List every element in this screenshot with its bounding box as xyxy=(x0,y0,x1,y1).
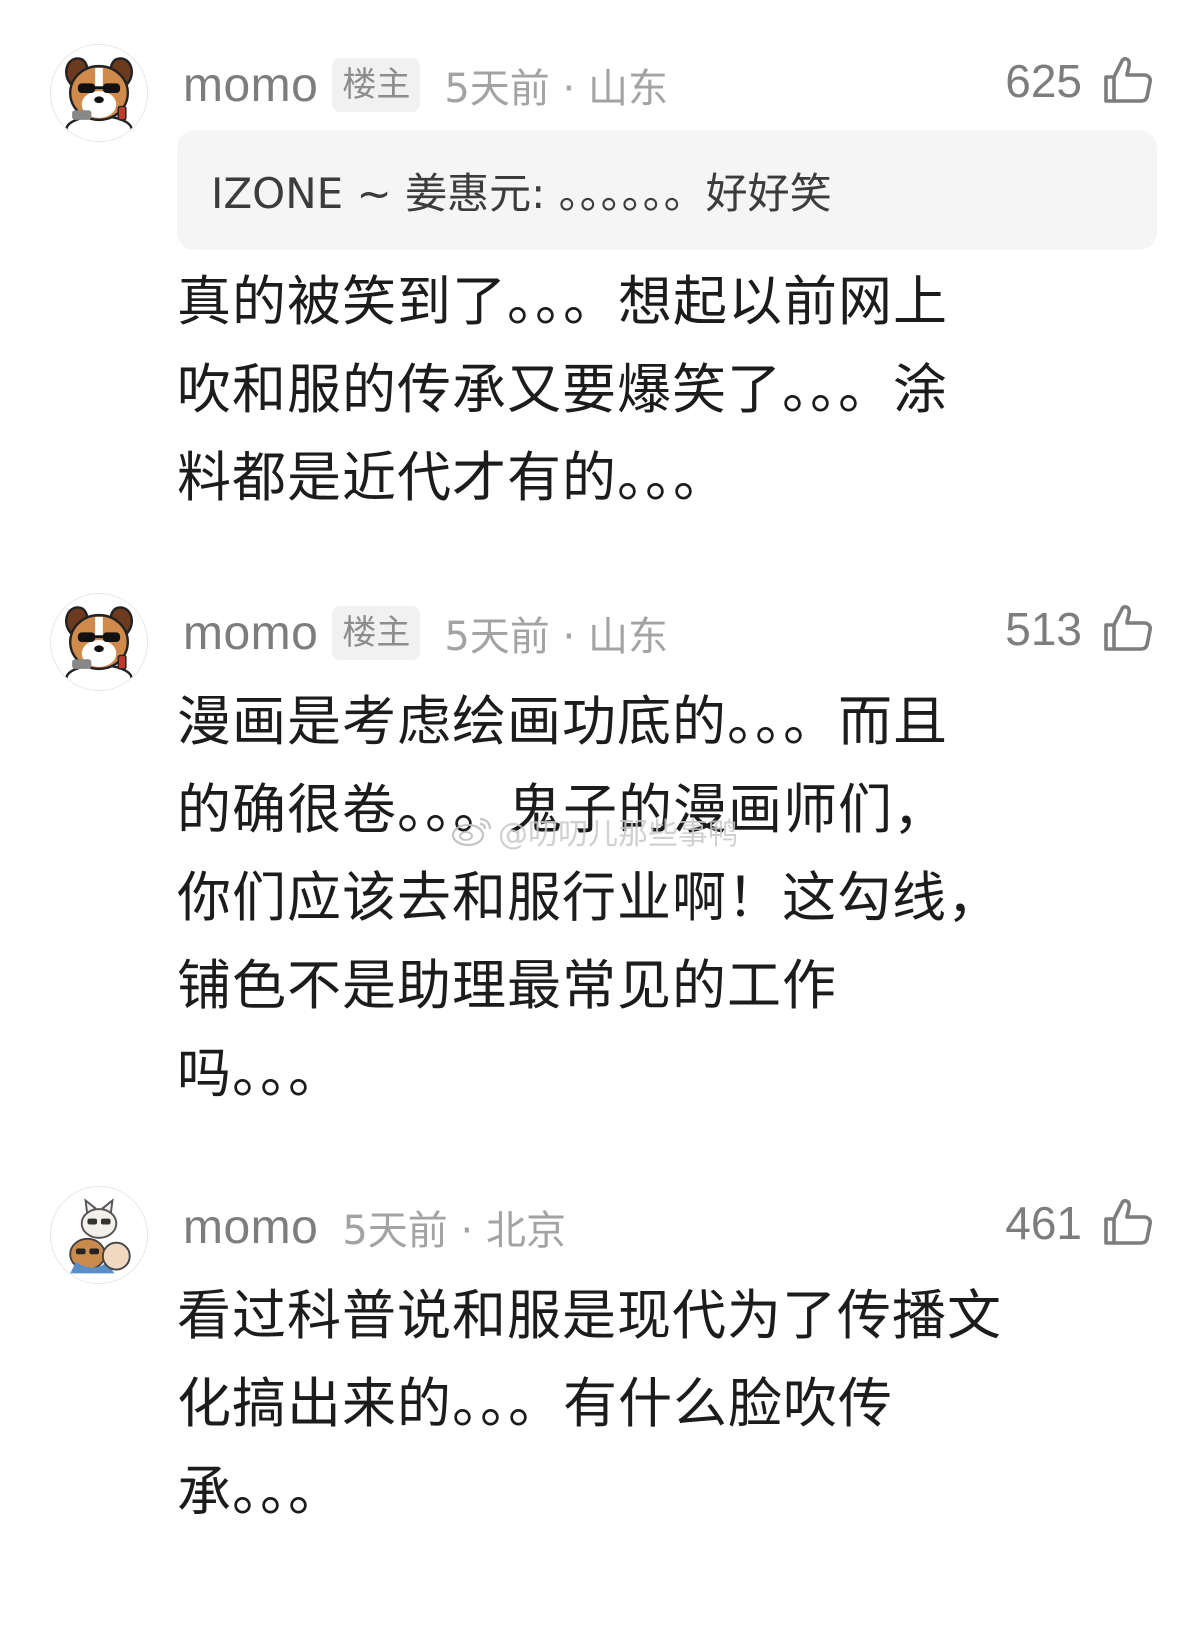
comment-text-line: 你们应该去和服行业啊！这勾线， xyxy=(177,866,1002,929)
comment-text-line: 看过科普说和服是现代为了传播文 xyxy=(177,1284,1002,1347)
thumbs-up-icon xyxy=(1102,55,1154,107)
op-badge: 楼主 xyxy=(332,58,421,112)
username[interactable]: momo xyxy=(183,58,318,113)
comment-text-line: 承。。。 xyxy=(177,1460,343,1523)
time-location: 5天前 · 北京 xyxy=(342,1208,566,1254)
cat-and-dog-avatar-icon xyxy=(51,1187,147,1283)
comment-meta: momo 楼主 5天前 · 山东 xyxy=(183,50,668,120)
like-count: 513 xyxy=(1005,603,1082,655)
dog-with-sunglasses-avatar-icon xyxy=(51,45,147,141)
quoted-reply[interactable]: IZONE ~ 姜惠元: 。。。。。。好好笑 xyxy=(177,130,1157,250)
time-location: 5天前 · 山东 xyxy=(444,614,668,660)
comment-meta: momo 楼主 5天前 · 山东 xyxy=(183,598,668,668)
comment-text-line: 漫画是考虑绘画功底的。。。而且 xyxy=(177,690,948,753)
comment-text: 漫画是考虑绘画功底的。。。而且 的确很卷。。。鬼子的漫画师们， 你们应该去和服行… xyxy=(177,678,1107,1118)
comment-text-line: 化搞出来的。。。有什么脸吹传 xyxy=(177,1372,893,1435)
op-badge: 楼主 xyxy=(332,606,421,660)
comment-text: 看过科普说和服是现代为了传播文 化搞出来的。。。有什么脸吹传 承。。。 xyxy=(177,1272,1107,1536)
like-button[interactable]: 461 xyxy=(1005,1188,1154,1258)
comment-text-line: 料都是近代才有的。。。 xyxy=(177,446,728,509)
like-count: 625 xyxy=(1005,55,1082,107)
comment-text-line: 真的被笑到了。。。想起以前网上 xyxy=(177,270,948,333)
time-location: 5天前 · 山东 xyxy=(444,66,668,112)
username[interactable]: momo xyxy=(183,606,318,661)
comment-text-line: 的确很卷。。。鬼子的漫画师们， xyxy=(177,778,948,841)
like-button[interactable]: 625 xyxy=(1005,46,1154,116)
comment-text-line: 吹和服的传承又要爆笑了。。。涂 xyxy=(177,358,948,421)
comment-meta: momo 5天前 · 北京 xyxy=(183,1192,566,1262)
avatar[interactable] xyxy=(50,593,148,691)
comment-text-line: 吗。。。 xyxy=(177,1042,343,1105)
like-button[interactable]: 513 xyxy=(1005,594,1154,664)
comment-text: 真的被笑到了。。。想起以前网上 吹和服的传承又要爆笑了。。。涂 料都是近代才有的… xyxy=(177,258,1107,522)
username[interactable]: momo xyxy=(183,1200,318,1255)
thumbs-up-icon xyxy=(1102,1197,1154,1249)
comment-text-line: 铺色不是助理最常见的工作 xyxy=(177,954,837,1017)
like-count: 461 xyxy=(1005,1197,1082,1249)
avatar[interactable] xyxy=(50,1186,148,1284)
avatar[interactable] xyxy=(50,44,148,142)
thumbs-up-icon xyxy=(1102,603,1154,655)
dog-with-sunglasses-avatar-icon xyxy=(51,594,147,690)
